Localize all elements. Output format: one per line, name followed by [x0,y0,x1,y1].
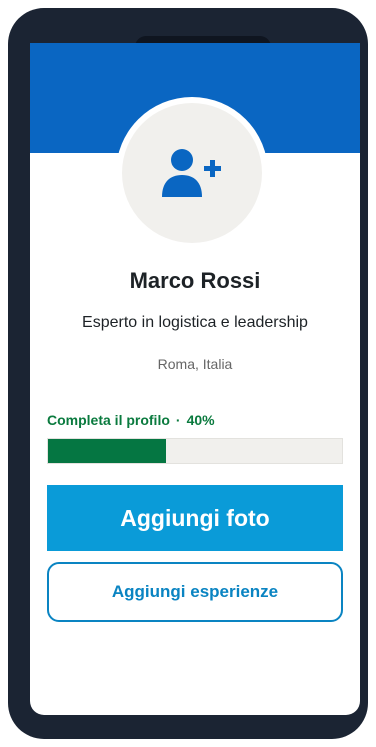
profile-completion-percent: 40% [186,412,215,428]
profile-completion-fill [48,439,166,463]
add-photo-button[interactable]: Aggiungi foto [47,485,343,551]
avatar [116,97,268,249]
profile-location: Roma, Italia [157,356,233,372]
profile-completion-bar [47,438,343,464]
add-photo-avatar-button[interactable] [122,103,262,243]
profile-screen: Marco Rossi Esperto in logistica e leade… [30,43,360,715]
separator-dot: · [175,412,181,428]
add-experience-button[interactable]: Aggiungi esperienze [47,562,343,622]
profile-name: Marco Rossi [129,268,261,293]
profile-completion-label: Completa il profilo · 40% [47,412,215,428]
profile-completion-text: Completa il profilo [47,412,170,428]
profile-headline: Esperto in logistica e leadership [82,314,308,331]
add-user-icon [162,149,221,197]
